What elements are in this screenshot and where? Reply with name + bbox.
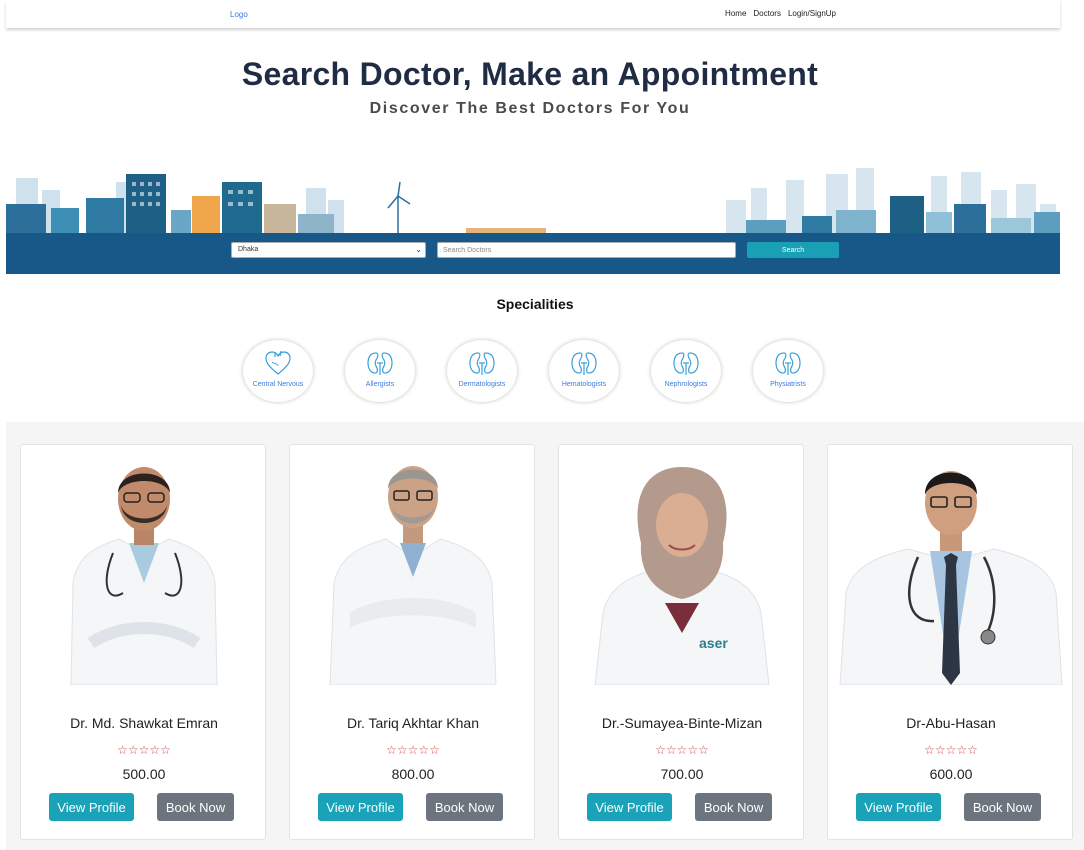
doctor-photo [329,466,497,685]
search-input[interactable] [437,242,736,258]
search-button[interactable]: Search [747,242,839,258]
rating-stars: ☆☆☆☆☆ [924,743,978,757]
doctor-photo: aser [594,467,770,685]
doctor-fee: 600.00 [929,766,973,782]
book-now-button[interactable]: Book Now [157,793,234,821]
speciality-label: Hematologists [561,381,607,388]
rating-stars: ☆☆☆☆☆ [386,743,440,757]
nav-link-home[interactable]: Home [725,9,746,18]
book-now-button[interactable]: Book Now [964,793,1041,821]
kidney-icon [775,352,801,375]
hero-title: Search Doctor, Make an Appointment [241,56,819,92]
kidney-icon [571,352,597,375]
doctor-photo [839,471,1063,685]
speciality-label: Physiatrists [770,381,806,388]
doctor-fee: 700.00 [660,766,704,782]
speciality-label: Allergists [365,381,395,388]
chevron-down-icon: ⌄ [415,245,422,254]
city-select[interactable]: Dhaka ⌄ [231,242,426,258]
speciality-nephrologists[interactable]: Nephrologists [651,340,721,402]
specialities-title: Specialities [496,296,574,312]
doctors-section: Dr. Md. Shawkat Emran ☆☆☆☆☆ 500.00 View … [6,422,1084,850]
doctor-fee: 800.00 [391,766,435,782]
doctor-card: Dr. Md. Shawkat Emran ☆☆☆☆☆ 500.00 View … [20,444,266,840]
nav-link-login-signup[interactable]: Login/SignUp [788,9,836,18]
kidney-icon [673,352,699,375]
speciality-physiatrists[interactable]: Physiatrists [753,340,823,402]
logo-link[interactable]: Logo [230,10,248,19]
doctor-name: Dr.-Sumayea-Binte-Mizan [601,715,763,731]
doctor-name: Dr. Md. Shawkat Emran [70,715,218,731]
rating-stars: ☆☆☆☆☆ [655,743,709,757]
speciality-hematologists[interactable]: Hematologists [549,340,619,402]
doctor-photo [70,467,218,685]
city-select-value: Dhaka [238,246,259,253]
rating-stars: ☆☆☆☆☆ [117,743,171,757]
view-profile-button[interactable]: View Profile [587,793,672,821]
doctor-name: Dr-Abu-Hasan [906,715,996,731]
doctor-fee: 500.00 [122,766,166,782]
nav-link-doctors[interactable]: Doctors [753,9,781,18]
doctor-card: Dr. Tariq Akhtar Khan ☆☆☆☆☆ 800.00 View … [289,444,535,840]
doctor-name: Dr. Tariq Akhtar Khan [346,715,480,731]
navbar: Logo Home Doctors Login/SignUp [6,0,1060,28]
svg-text:aser: aser [699,635,728,651]
city-skyline-illustration [6,168,1060,236]
view-profile-button[interactable]: View Profile [49,793,134,821]
heart-icon [265,350,291,375]
book-now-button[interactable]: Book Now [695,793,772,821]
book-now-button[interactable]: Book Now [426,793,503,821]
kidney-icon [367,352,393,375]
speciality-dermatologists[interactable]: Dermatologists [447,340,517,402]
speciality-central-nervous[interactable]: Central Nervous [243,340,313,402]
nav-links: Home Doctors Login/SignUp [725,9,836,18]
speciality-allergists[interactable]: Allergists [345,340,415,402]
search-band: Dhaka ⌄ Search [6,233,1060,274]
doctor-card: aser Dr.-Sumayea-Binte-Mizan ☆☆☆☆☆ 700.0… [558,444,804,840]
speciality-label: Dermatologists [458,381,506,388]
view-profile-button[interactable]: View Profile [318,793,403,821]
kidney-icon [469,352,495,375]
view-profile-button[interactable]: View Profile [856,793,941,821]
hero-subtitle: Discover The Best Doctors For You [369,100,691,117]
specialities-list: Central Nervous Allergists Dermatologist… [243,340,823,402]
speciality-label: Central Nervous [252,381,304,388]
doctor-card: Dr-Abu-Hasan ☆☆☆☆☆ 600.00 View Profile B… [827,444,1073,840]
speciality-label: Nephrologists [664,381,708,388]
